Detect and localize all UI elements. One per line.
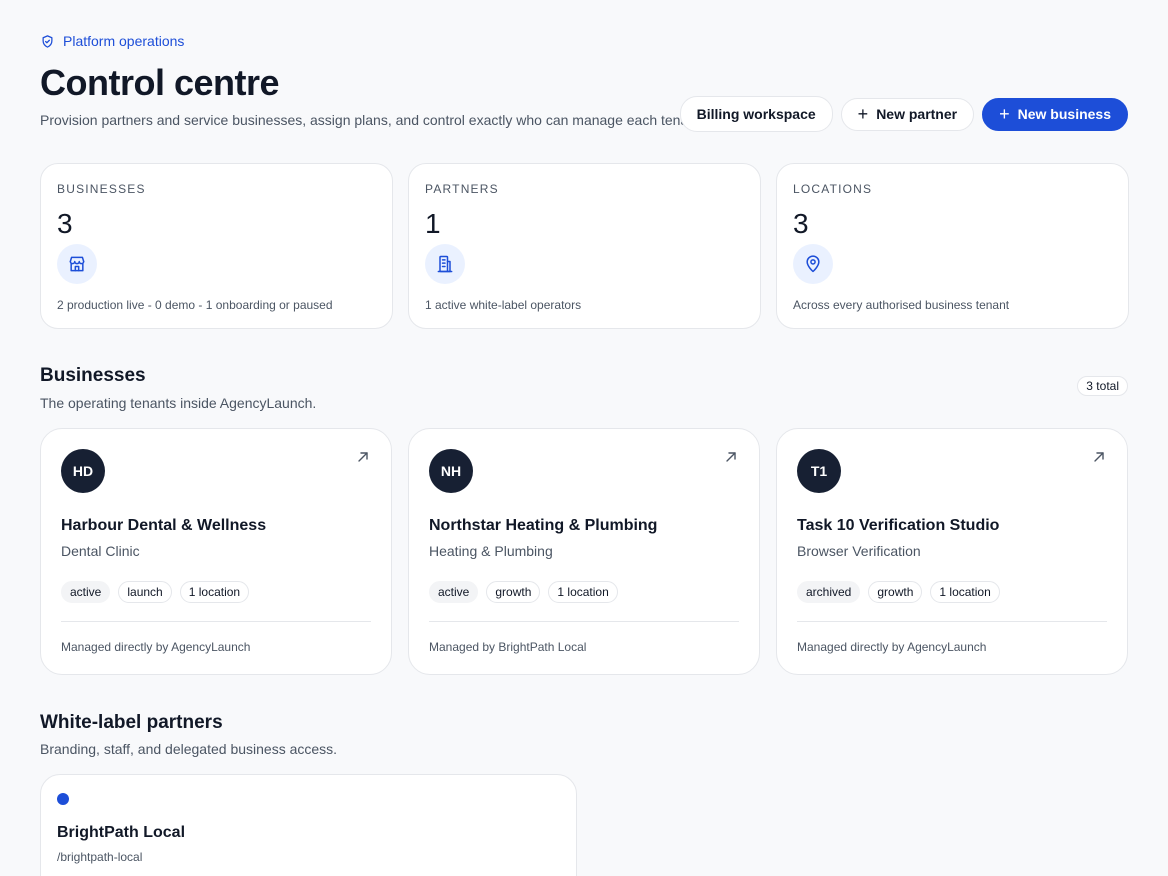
eyebrow-label: Platform operations xyxy=(63,33,185,49)
partner-color-dot xyxy=(57,793,69,805)
stat-value: 1 xyxy=(425,208,441,239)
partner-card[interactable]: BrightPath Local /brightpath-local xyxy=(40,774,577,876)
stat-label: PARTNERS xyxy=(425,182,499,196)
plan-badge: growth xyxy=(486,581,541,603)
avatar: T1 xyxy=(797,449,841,493)
business-card[interactable]: NH Northstar Heating & Plumbing Heating … xyxy=(408,428,760,675)
partner-name: BrightPath Local xyxy=(57,824,186,841)
arrow-up-right-icon[interactable] xyxy=(725,451,737,463)
avatar: HD xyxy=(61,449,105,493)
stat-note: 1 active white-label operators xyxy=(425,298,582,312)
building-icon xyxy=(425,244,465,284)
new-partner-label: New partner xyxy=(876,106,958,122)
page-title: Control centre xyxy=(40,62,280,103)
new-partner-button[interactable]: + New partner xyxy=(840,97,975,131)
business-card[interactable]: T1 Task 10 Verification Studio Browser V… xyxy=(776,428,1128,675)
stat-card-partners: PARTNERS 1 1 active white-label operator… xyxy=(408,163,761,329)
arrow-up-right-icon[interactable] xyxy=(1093,451,1105,463)
business-category: Browser Verification xyxy=(797,543,921,559)
stat-label: LOCATIONS xyxy=(793,182,873,196)
store-icon xyxy=(57,244,97,284)
businesses-grid: HD Harbour Dental & Wellness Dental Clin… xyxy=(40,428,1128,675)
new-business-button[interactable]: + New business xyxy=(982,97,1128,131)
status-badge: archived xyxy=(797,581,861,603)
location-count-badge: 1 location xyxy=(548,581,618,603)
stat-note: 2 production live - 0 demo - 1 onboardin… xyxy=(57,298,333,312)
business-tags: active growth 1 location xyxy=(429,581,618,603)
partners-title: White-label partners xyxy=(40,712,223,733)
business-tags: active launch 1 location xyxy=(61,581,250,603)
business-card[interactable]: HD Harbour Dental & Wellness Dental Clin… xyxy=(40,428,392,675)
business-category: Dental Clinic xyxy=(61,543,140,559)
stat-note: Across every authorised business tenant xyxy=(793,298,1010,312)
plan-badge: launch xyxy=(118,581,172,603)
status-badge: active xyxy=(61,581,111,603)
status-badge: active xyxy=(429,581,479,603)
business-manager: Managed directly by AgencyLaunch xyxy=(61,640,251,654)
business-category: Heating & Plumbing xyxy=(429,543,553,559)
partners-subtitle: Branding, staff, and delegated business … xyxy=(40,741,338,757)
shield-icon xyxy=(42,34,53,48)
stat-card-locations: LOCATIONS 3 Across every authorised busi… xyxy=(776,163,1129,329)
business-manager: Managed by BrightPath Local xyxy=(429,640,587,654)
map-pin-icon xyxy=(793,244,833,284)
eyebrow: Platform operations xyxy=(40,33,184,49)
business-name: Harbour Dental & Wellness xyxy=(61,517,267,534)
plan-badge: growth xyxy=(868,581,923,603)
header-actions: Billing workspace + New partner + New bu… xyxy=(679,96,1128,132)
avatar: NH xyxy=(429,449,473,493)
business-name: Northstar Heating & Plumbing xyxy=(429,517,658,534)
plus-icon: + xyxy=(999,104,1010,124)
plus-icon: + xyxy=(857,104,869,124)
location-count-badge: 1 location xyxy=(179,581,250,603)
arrow-up-right-icon[interactable] xyxy=(357,451,369,463)
stat-label: BUSINESSES xyxy=(57,182,146,196)
business-manager: Managed directly by AgencyLaunch xyxy=(797,640,987,654)
stat-value: 3 xyxy=(57,208,73,239)
partner-slug: /brightpath-local xyxy=(57,850,143,864)
new-business-label: New business xyxy=(1017,106,1111,122)
business-name: Task 10 Verification Studio xyxy=(797,517,1000,534)
billing-workspace-label: Billing workspace xyxy=(696,106,816,122)
page-subtitle: Provision partners and service businesse… xyxy=(40,112,704,128)
businesses-count-badge: 3 total xyxy=(1077,376,1128,396)
stat-value: 3 xyxy=(793,208,809,239)
businesses-subtitle: The operating tenants inside AgencyLaunc… xyxy=(40,395,317,411)
divider xyxy=(797,621,1107,622)
stats-row: BUSINESSES 3 2 production live - 0 demo … xyxy=(40,163,1129,329)
billing-workspace-button[interactable]: Billing workspace xyxy=(679,96,833,132)
location-count-badge: 1 location xyxy=(930,581,1000,603)
business-tags: archived growth 1 location xyxy=(797,581,1000,603)
stat-card-businesses: BUSINESSES 3 2 production live - 0 demo … xyxy=(40,163,393,329)
businesses-title: Businesses xyxy=(40,365,146,386)
divider xyxy=(429,621,739,622)
divider xyxy=(61,621,371,622)
